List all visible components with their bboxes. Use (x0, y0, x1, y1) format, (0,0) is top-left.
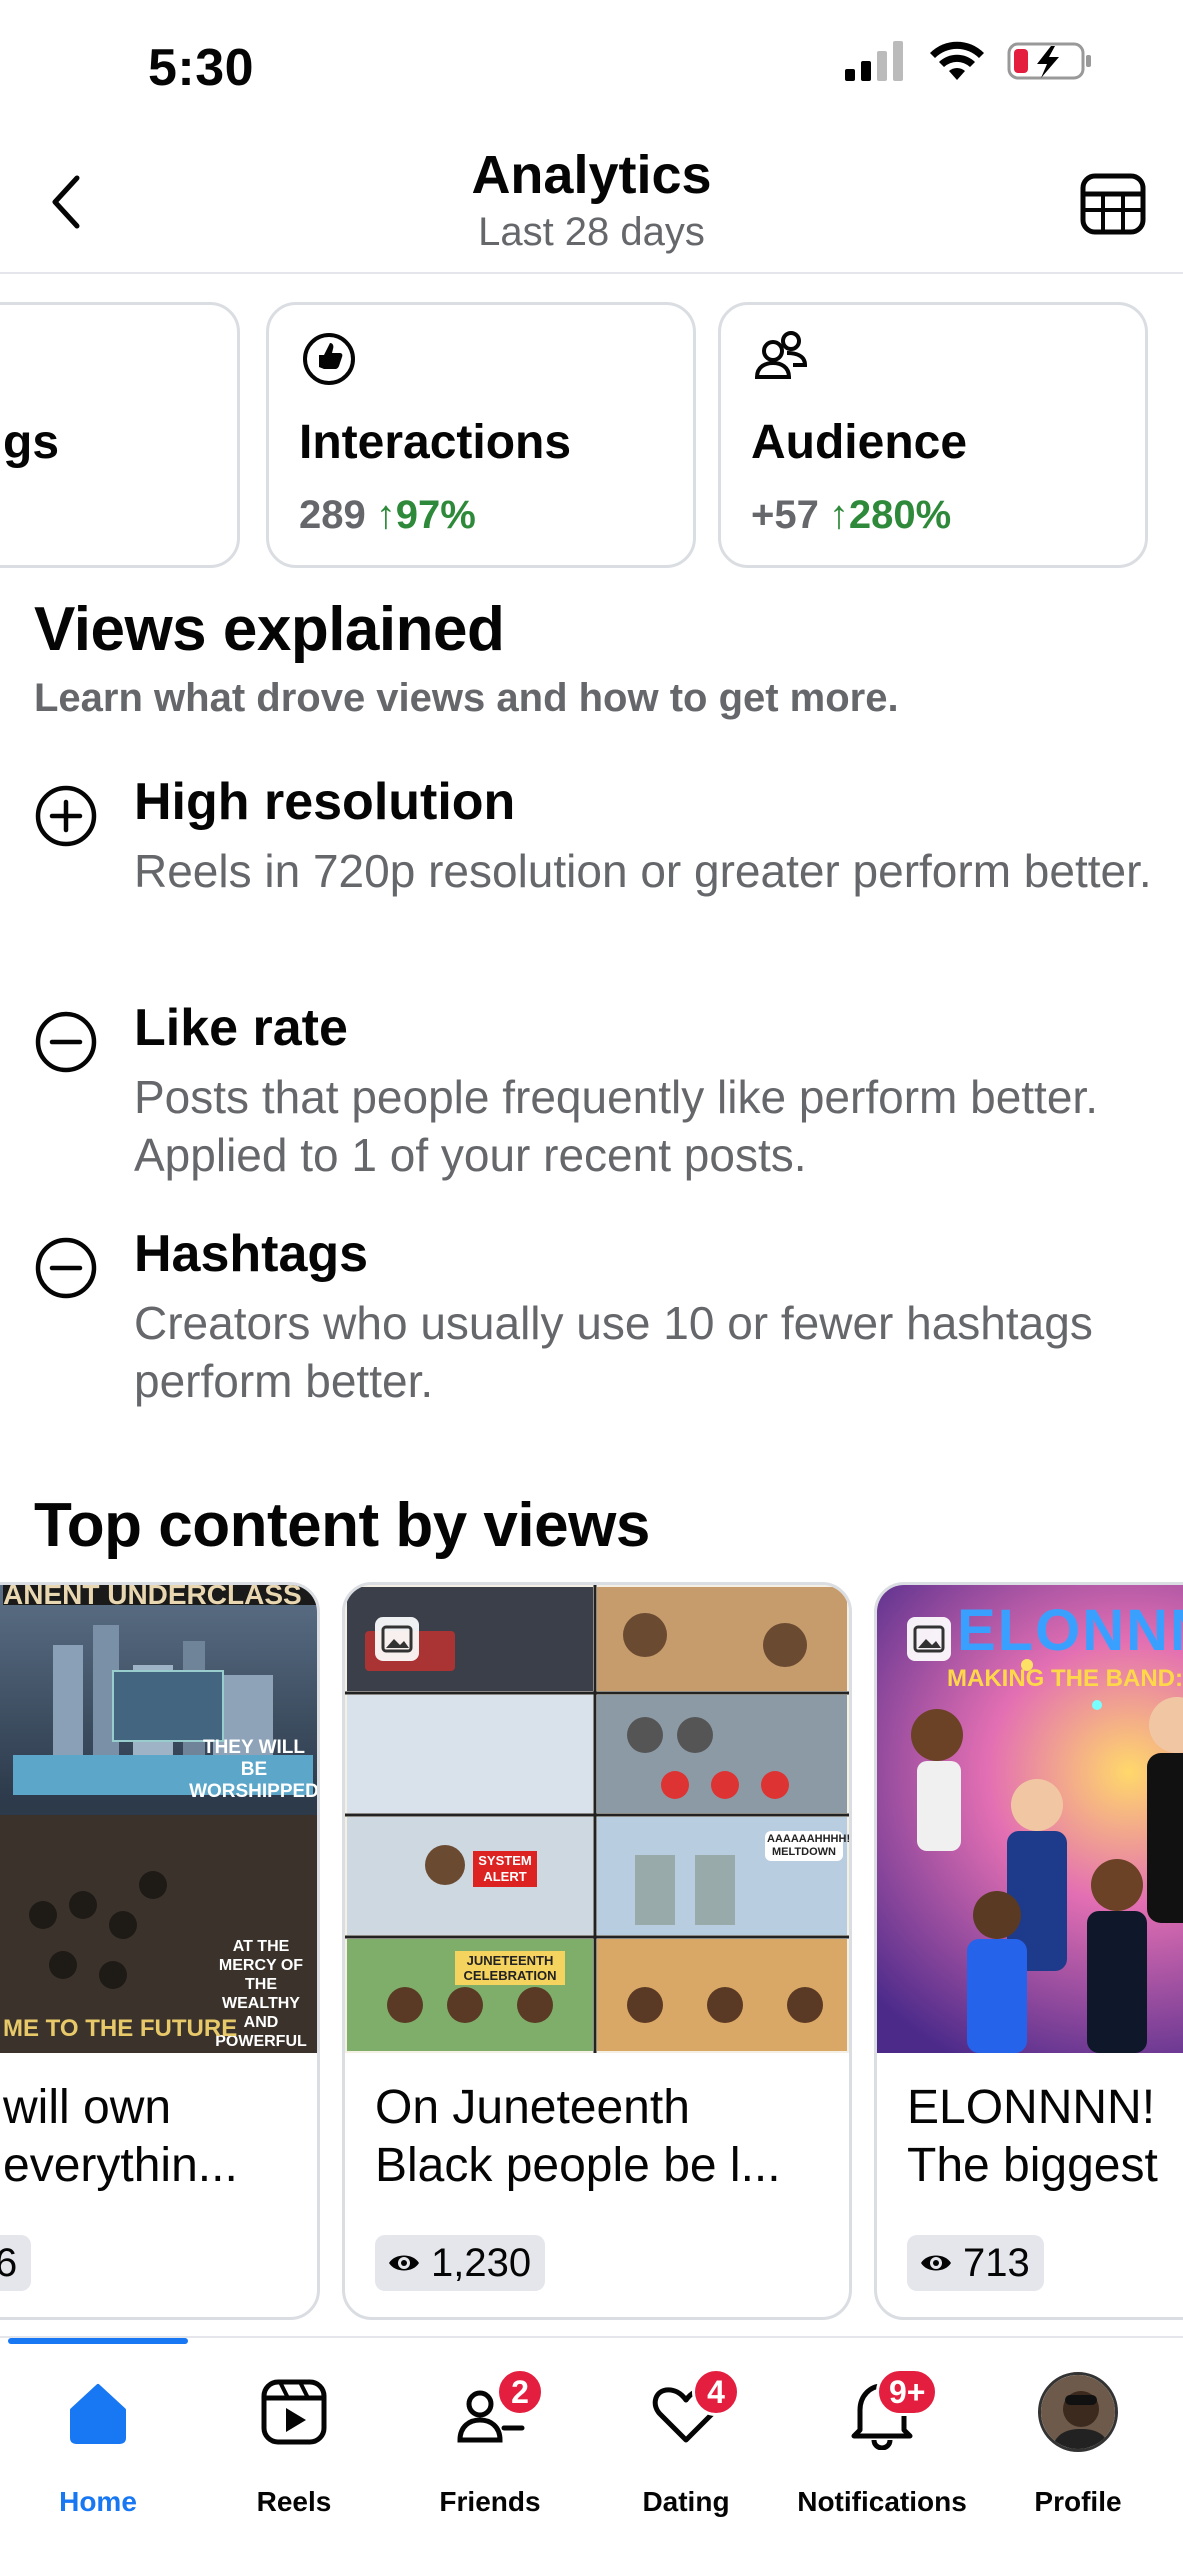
metric-card-stats: 289 ↑97% (299, 493, 476, 538)
post-caption: On Juneteenth Black people be l... (375, 2081, 781, 2192)
nav-item-notifications[interactable]: 9+ Notifications (784, 2368, 980, 2538)
nav-item-reels[interactable]: Reels (196, 2368, 392, 2538)
nav-label: Reels (256, 2486, 332, 2517)
cellular-signal-icon (845, 41, 903, 81)
post-card[interactable]: ELONNN MAKING THE BAND: IP ELONNNN! The … (874, 1582, 1183, 2320)
post-thumbnail-text: ANENT UNDERCLASS (3, 1582, 302, 1610)
nav-item-dating[interactable]: 4 Dating (588, 2368, 784, 2538)
table-view-button[interactable] (1079, 170, 1147, 238)
post-thumbnail: SYSTEM ALERT JUNETEENTH CELEBRATION AAAA… (345, 1585, 849, 2053)
minus-circle-icon (35, 1011, 97, 1073)
metric-value: 289 (299, 493, 366, 537)
post-views: 1,230 (375, 2235, 546, 2291)
status-time: 5:30 (148, 39, 255, 97)
factor-title: Hashtags (134, 1225, 369, 1283)
metric-cards: gs Interactions 289 ↑97% Audience +57 ↑280… (0, 302, 1183, 570)
page-title: Analytics (471, 145, 712, 205)
top-content-carousel[interactable]: ANENT UNDERCLASS THEY WILL BE WORSHIPPED… (0, 1582, 1183, 2322)
post-thumbnail-text: THEY WILL BE WORSHIPPED (189, 1737, 319, 1802)
metric-card-views[interactable]: gs (0, 302, 240, 568)
post-thumbnail-text: ELONNN (957, 1598, 1183, 1663)
home-icon (70, 2384, 126, 2444)
post-thumbnail-text: AAAAAAHHHH! MELTDOWN (765, 1831, 849, 1861)
metric-change: ↑280% (828, 493, 952, 537)
nav-badge: 4 (692, 2368, 740, 2416)
image-post-icon (907, 1617, 951, 1661)
people-icon (751, 327, 811, 387)
post-thumbnail-text: ME TO THE FUTURE (3, 2015, 238, 2042)
thumbs-up-icon (299, 327, 359, 387)
table-icon (1080, 173, 1146, 235)
battery-charging-icon (1007, 42, 1091, 80)
nav-label: Home (59, 2486, 137, 2517)
factor-description: Reels in 720p resolution or greater perf… (134, 845, 1152, 897)
post-thumbnail-text: MAKING THE BAND: IP (947, 1665, 1183, 1692)
post-card[interactable]: ANENT UNDERCLASS THEY WILL BE WORSHIPPED… (0, 1582, 320, 2320)
nav-label: Friends (439, 2486, 541, 2517)
reels-icon (261, 2379, 327, 2445)
post-views-count: 713 (963, 2240, 1030, 2285)
metric-card-interactions[interactable]: Interactions 289 ↑97% (266, 302, 696, 568)
avatar (1038, 2372, 1118, 2452)
nav-item-profile[interactable]: Profile (980, 2368, 1176, 2538)
post-caption: ELONNNN! The biggest (907, 2081, 1158, 2192)
nav-label: Profile (1034, 2486, 1122, 2517)
post-views: 713 (907, 2235, 1044, 2291)
metric-card-stats: +57 ↑280% (751, 493, 951, 538)
post-views-count: 6 (0, 2241, 17, 2286)
image-post-icon (375, 1617, 419, 1661)
factor-title: Like rate (134, 999, 348, 1057)
views-explained-subtitle: Learn what drove views and how to get mo… (34, 676, 899, 720)
factor-description: Creators who usually use 10 or fewer has… (134, 1297, 1093, 1407)
nav-item-friends[interactable]: 2 Friends (392, 2368, 588, 2538)
nav-label: Dating (642, 2486, 730, 2517)
header: Analytics Last 28 days (0, 130, 1183, 274)
post-views: 6 (0, 2235, 32, 2291)
post-views-count: 1,230 (431, 2240, 532, 2285)
nav-item-home[interactable]: Home (0, 2368, 196, 2538)
post-card[interactable]: SYSTEM ALERT JUNETEENTH CELEBRATION AAAA… (342, 1582, 852, 2320)
post-thumbnail: ANENT UNDERCLASS THEY WILL BE WORSHIPPED… (0, 1585, 317, 2053)
wifi-icon (930, 41, 984, 80)
post-caption: will own everythin... (3, 2081, 238, 2192)
metric-card-title: Audience (751, 416, 968, 469)
eye-icon (921, 2255, 951, 2271)
eye-icon (389, 2255, 419, 2271)
metric-change: ↑97% (375, 493, 476, 537)
bottom-nav: Home Reels 2 Friends 4 Dating 9+ Notific… (0, 2336, 1183, 2560)
post-thumbnail-text: SYSTEM ALERT (473, 1851, 537, 1887)
metric-card-audience[interactable]: Audience +57 ↑280% (718, 302, 1148, 568)
page-subtitle: Last 28 days (478, 210, 705, 254)
post-thumbnail-text: JUNETEENTH CELEBRATION (455, 1951, 565, 1985)
factor-description: Posts that people frequently like perfor… (134, 1071, 1098, 1181)
views-explained-title: Views explained (34, 595, 505, 664)
nav-badge: 9+ (876, 2368, 939, 2416)
active-tab-indicator (8, 2338, 188, 2344)
metric-card-title: Interactions (299, 416, 572, 469)
metric-card-title: gs (3, 416, 60, 469)
status-icons (843, 40, 1093, 82)
metric-value: +57 (751, 493, 819, 537)
status-bar: 5:30 (0, 0, 1183, 140)
post-thumbnail: ELONNN MAKING THE BAND: IP (877, 1585, 1183, 2053)
nav-label: Notifications (797, 2486, 967, 2517)
top-content-title: Top content by views (34, 1491, 650, 1560)
nav-badge: 2 (496, 2368, 544, 2416)
minus-circle-icon (35, 1237, 97, 1299)
plus-circle-icon (35, 785, 97, 847)
factor-title: High resolution (134, 773, 516, 831)
